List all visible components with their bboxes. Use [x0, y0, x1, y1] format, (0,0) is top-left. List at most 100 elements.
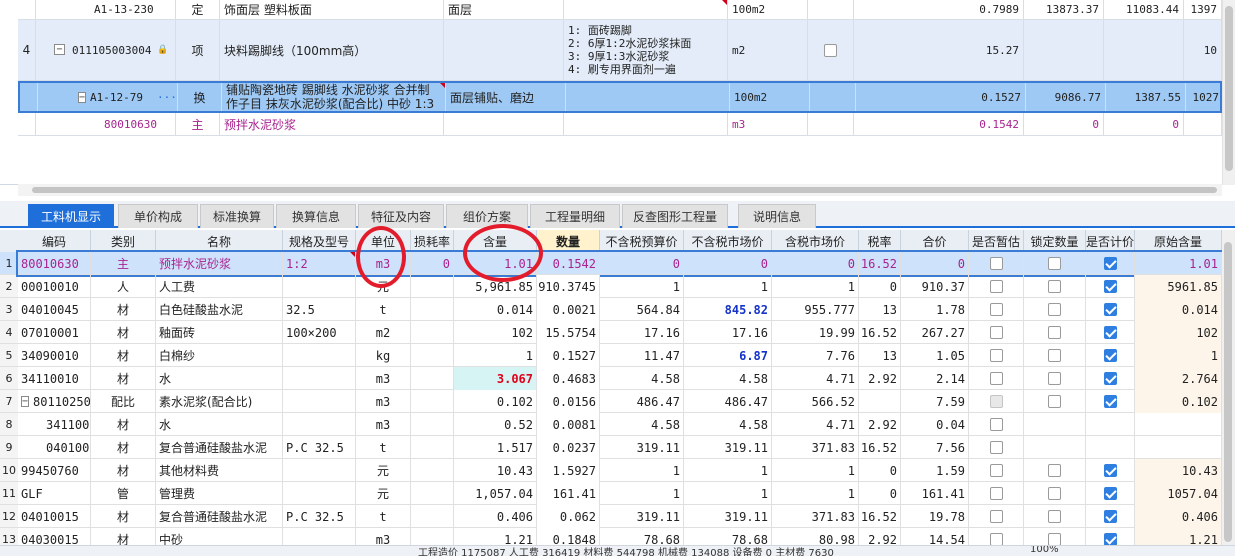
- cell-spec[interactable]: [283, 275, 356, 298]
- calc-checkbox[interactable]: [1103, 395, 1117, 408]
- cell-cat[interactable]: 材: [91, 413, 156, 436]
- calc-checkbox[interactable]: [1103, 464, 1117, 477]
- resource-row[interactable]: 07010001 材 釉面砖 100×200 m2 102 15.5754 17.16 17.1…: [18, 321, 1222, 344]
- cell-tax[interactable]: 16.52: [859, 436, 901, 459]
- row-number[interactable]: 4: [0, 321, 18, 344]
- cell-orig[interactable]: 5961.85: [1135, 275, 1222, 298]
- cell-calc[interactable]: [1086, 505, 1135, 528]
- cell-loss[interactable]: [411, 436, 454, 459]
- lock-checkbox[interactable]: [1048, 303, 1061, 316]
- cell-est[interactable]: [969, 413, 1024, 436]
- cell-sum[interactable]: 0: [901, 252, 969, 275]
- resource-row[interactable]: 34110010 材 水 m3 0.52 0.0081 4.58 4.58 4.71 2.92 0.…: [18, 413, 1222, 436]
- checkbox[interactable]: [824, 43, 837, 57]
- cell-p3[interactable]: 371.83: [772, 436, 859, 459]
- cell-sum[interactable]: 1.59: [901, 459, 969, 482]
- cell-p2[interactable]: 4.58: [684, 367, 772, 390]
- cell-p2[interactable]: 1: [684, 482, 772, 505]
- cell-p3[interactable]: 1: [772, 275, 859, 298]
- cell-qty[interactable]: 15.5754: [537, 321, 600, 344]
- cell-unit[interactable]: t: [356, 298, 411, 321]
- collapse-icon[interactable]: −: [21, 396, 30, 407]
- cell-spec[interactable]: P.C 32.5: [283, 505, 356, 528]
- lock-checkbox[interactable]: [1048, 257, 1061, 270]
- cell-p2[interactable]: 0: [684, 252, 772, 275]
- row-number[interactable]: 5: [0, 344, 18, 367]
- cell-calc[interactable]: [1086, 252, 1135, 275]
- cell-code[interactable]: −80110250: [18, 390, 91, 413]
- cell-cat[interactable]: 材: [91, 321, 156, 344]
- cell-content[interactable]: 1.517: [454, 436, 537, 459]
- cell-code[interactable]: 80010630: [18, 252, 91, 275]
- cell-p1[interactable]: 486.47: [600, 390, 684, 413]
- cell-est[interactable]: [969, 367, 1024, 390]
- cell-p1[interactable]: 0: [600, 252, 684, 275]
- cell-tax[interactable]: 0: [859, 275, 901, 298]
- cell-content[interactable]: 0.406: [454, 505, 537, 528]
- cell-spec[interactable]: [283, 344, 356, 367]
- cell-p1[interactable]: 4.58: [600, 413, 684, 436]
- cell-lock[interactable]: [1024, 413, 1086, 436]
- cell-loss[interactable]: [411, 505, 454, 528]
- header-orig[interactable]: 原始含量: [1135, 230, 1222, 252]
- row-number[interactable]: 8: [0, 413, 18, 436]
- cell-unit[interactable]: m3: [356, 367, 411, 390]
- cell-qty[interactable]: 161.41: [537, 482, 600, 505]
- cell-unit[interactable]: m2: [356, 321, 411, 344]
- lock-checkbox[interactable]: [1048, 395, 1061, 408]
- cell-content[interactable]: 0.52: [454, 413, 537, 436]
- cell-est[interactable]: [969, 275, 1024, 298]
- cell-est[interactable]: [969, 321, 1024, 344]
- cell-p1[interactable]: 319.11: [600, 436, 684, 459]
- cell-p2[interactable]: 4.58: [684, 413, 772, 436]
- cell-code[interactable]: 00010010: [18, 275, 91, 298]
- cell-qty[interactable]: 0.1527: [537, 344, 600, 367]
- calc-checkbox[interactable]: [1103, 280, 1117, 293]
- cell-lock[interactable]: [1024, 321, 1086, 344]
- cell-content[interactable]: 102: [454, 321, 537, 344]
- est-checkbox[interactable]: [989, 326, 1003, 339]
- cell-content[interactable]: 3.067: [454, 367, 537, 390]
- cell-calc[interactable]: [1086, 413, 1135, 436]
- calc-checkbox[interactable]: [1103, 303, 1117, 316]
- cell-sum[interactable]: 7.56: [901, 436, 969, 459]
- header-qty[interactable]: 数量: [537, 230, 600, 252]
- more-icon[interactable]: ···: [157, 91, 177, 104]
- cell-sum[interactable]: 7.59: [901, 390, 969, 413]
- cell-p3[interactable]: 0: [772, 252, 859, 275]
- est-checkbox[interactable]: [989, 280, 1003, 293]
- cell-sum[interactable]: 2.14: [901, 367, 969, 390]
- tab-1[interactable]: 单价构成: [118, 204, 198, 228]
- cell-cat[interactable]: 材: [91, 367, 156, 390]
- cell-lock[interactable]: [1024, 367, 1086, 390]
- cell-qty[interactable]: 0.0021: [537, 298, 600, 321]
- cell-content[interactable]: 1: [454, 344, 537, 367]
- cell-spec[interactable]: [283, 413, 356, 436]
- cell-lock[interactable]: [1024, 390, 1086, 413]
- collapse-icon[interactable]: −: [78, 91, 87, 103]
- cell-p2[interactable]: 17.16: [684, 321, 772, 344]
- cell-p2[interactable]: 319.11: [684, 436, 772, 459]
- cell-lock[interactable]: [1024, 275, 1086, 298]
- tab-7[interactable]: 反查图形工程量: [622, 204, 728, 228]
- lock-checkbox[interactable]: [1048, 280, 1061, 293]
- cell-unit[interactable]: 元: [356, 482, 411, 505]
- cell-sum[interactable]: 267.27: [901, 321, 969, 344]
- lower-vertical-scrollbar[interactable]: [1222, 230, 1235, 546]
- cell-unit[interactable]: 元: [356, 459, 411, 482]
- cell-name[interactable]: 白棉纱: [156, 344, 283, 367]
- cell-sum[interactable]: 910.37: [901, 275, 969, 298]
- est-checkbox[interactable]: [989, 487, 1003, 500]
- cell-loss[interactable]: [411, 298, 454, 321]
- cell-tax[interactable]: 16.52: [859, 505, 901, 528]
- est-checkbox[interactable]: [989, 418, 1003, 431]
- cell-cat[interactable]: 材: [91, 459, 156, 482]
- cell-spec[interactable]: [283, 390, 356, 413]
- cell-name[interactable]: 白色硅酸盐水泥: [156, 298, 283, 321]
- cell-lock[interactable]: [1024, 252, 1086, 275]
- est-checkbox[interactable]: [989, 303, 1003, 316]
- upper-row[interactable]: − A1-12-79 ··· 换 铺贴陶瓷地砖 踢脚线 水泥砂浆 合并制作子目 抹灰水泥…: [18, 81, 1224, 113]
- cell-unit[interactable]: t: [356, 505, 411, 528]
- cell-sum[interactable]: 161.41: [901, 482, 969, 505]
- cell-loss[interactable]: [411, 390, 454, 413]
